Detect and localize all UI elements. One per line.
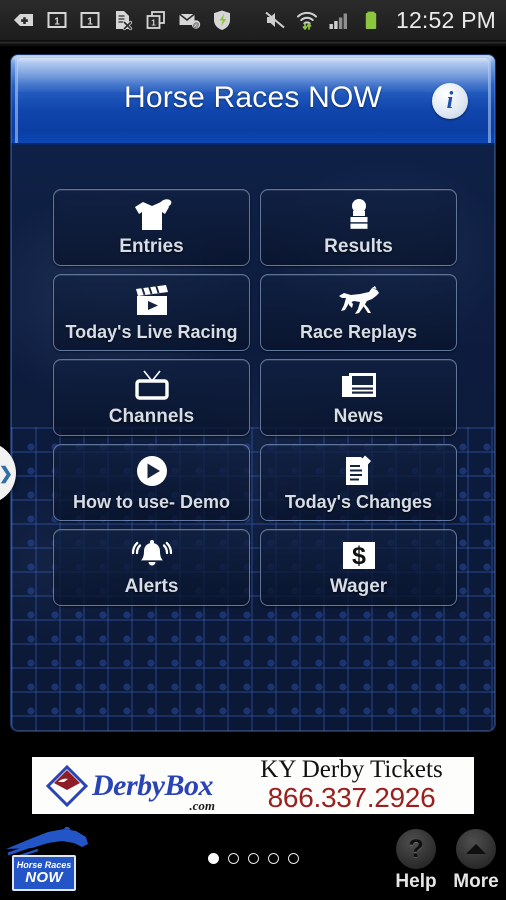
help-glyph: ? bbox=[408, 834, 424, 863]
ad-phone-number: 866.337.2926 bbox=[267, 782, 436, 814]
more-label: More bbox=[453, 871, 499, 892]
tile-results[interactable]: Results bbox=[260, 189, 457, 266]
tile-entries[interactable]: Entries bbox=[53, 189, 250, 266]
more-button[interactable]: More bbox=[446, 829, 506, 893]
ad-headline: KY Derby Tickets bbox=[260, 757, 443, 783]
newspaper-icon bbox=[340, 366, 378, 406]
status-bar-clock: 12:52 PM bbox=[395, 6, 496, 33]
wifi-transfer-icon bbox=[296, 11, 318, 30]
security-shield-icon bbox=[214, 10, 230, 30]
info-icon: i bbox=[446, 87, 454, 114]
tile-channels[interactable]: Channels bbox=[53, 359, 250, 436]
play-circle-icon bbox=[134, 451, 170, 491]
back-arrow-plus-icon bbox=[14, 14, 33, 26]
tile-label: How to use- Demo bbox=[72, 492, 230, 512]
tile-how-to-use-demo[interactable]: How to use- Demo bbox=[53, 444, 250, 521]
ad-logo-suffix: .com bbox=[189, 797, 215, 813]
ad-logo-text: DerbyBox .com bbox=[92, 768, 215, 812]
chevron-right-icon: ❯ bbox=[0, 463, 13, 483]
app-stage: Horse Races NOW i Entries Results Today'… bbox=[0, 47, 506, 900]
podium-trophy-icon bbox=[342, 196, 376, 236]
sim1-icon: 1 bbox=[47, 12, 67, 28]
page-dot[interactable] bbox=[227, 853, 239, 864]
sim2-icon: 1 bbox=[80, 12, 100, 28]
television-icon bbox=[131, 366, 173, 406]
multi-window-icon: 1 bbox=[146, 11, 165, 29]
tile-label: Wager bbox=[329, 576, 388, 597]
svg-text:@: @ bbox=[193, 22, 200, 29]
help-label: Help bbox=[395, 871, 437, 892]
svg-text:1: 1 bbox=[87, 17, 93, 28]
tile-label: Today's Changes bbox=[285, 492, 432, 512]
chevron-up-icon bbox=[456, 829, 496, 869]
page-dot[interactable] bbox=[267, 853, 279, 864]
derbybox-diamond-icon bbox=[44, 763, 90, 809]
tile-race-replays[interactable]: Race Replays bbox=[260, 274, 457, 351]
page-dot[interactable] bbox=[207, 853, 219, 864]
mute-icon bbox=[265, 11, 285, 29]
tile-label: Entries bbox=[119, 236, 184, 257]
ringing-bell-icon bbox=[130, 536, 174, 576]
tile-label: Alerts bbox=[124, 576, 179, 597]
document-error-icon bbox=[116, 11, 133, 31]
page-dot[interactable] bbox=[287, 853, 299, 864]
menu-grid: Entries Results Today's Live Racing Race… bbox=[53, 189, 457, 606]
page-title: Horse Races NOW bbox=[123, 81, 383, 114]
bottom-bar: Horse Races NOW ? Help More bbox=[0, 825, 506, 900]
svg-text:$: $ bbox=[352, 542, 366, 570]
battery-icon bbox=[365, 11, 377, 29]
page-dot[interactable] bbox=[247, 853, 259, 864]
brand-line-2: NOW bbox=[25, 869, 63, 886]
tile-alerts[interactable]: Alerts bbox=[53, 529, 250, 606]
ad-logo-word: DerbyBox bbox=[92, 768, 213, 802]
status-bar-right-icons: 12:52 PM bbox=[263, 7, 496, 34]
document-pencil-icon bbox=[341, 451, 377, 491]
dollar-sign-icon: $ bbox=[338, 536, 380, 576]
tile-todays-live-racing[interactable]: Today's Live Racing bbox=[53, 274, 250, 351]
running-horse-icon bbox=[336, 281, 382, 321]
app-panel: Horse Races NOW i Entries Results Today'… bbox=[11, 55, 495, 731]
tile-label: Channels bbox=[108, 406, 195, 427]
info-button[interactable]: i bbox=[432, 83, 468, 119]
help-button[interactable]: ? Help bbox=[386, 829, 446, 893]
status-bar-left-icons: 1 1 1 @ bbox=[12, 8, 263, 32]
ad-logo: DerbyBox .com bbox=[32, 763, 237, 812]
email-icon: @ bbox=[179, 13, 201, 29]
tile-label: News bbox=[333, 406, 384, 427]
tile-wager[interactable]: $ Wager bbox=[260, 529, 457, 606]
status-bar: 1 1 1 @ 12:52 PM bbox=[0, 0, 506, 40]
tile-label: Today's Live Racing bbox=[65, 322, 238, 342]
svg-text:1: 1 bbox=[151, 18, 156, 27]
app-header: Horse Races NOW i bbox=[11, 55, 495, 145]
svg-text:1: 1 bbox=[54, 17, 60, 28]
signal-bars-icon bbox=[329, 13, 347, 29]
ad-copy: KY Derby Tickets 866.337.2926 bbox=[237, 757, 474, 814]
tile-news[interactable]: News bbox=[260, 359, 457, 436]
clapperboard-play-icon bbox=[133, 281, 171, 321]
tile-label: Results bbox=[324, 236, 393, 257]
tile-label: Race Replays bbox=[299, 322, 418, 342]
ad-banner[interactable]: DerbyBox .com KY Derby Tickets 866.337.2… bbox=[32, 757, 474, 814]
tile-todays-changes[interactable]: Today's Changes bbox=[260, 444, 457, 521]
jockey-silks-icon bbox=[129, 196, 175, 236]
question-mark-icon: ? bbox=[396, 829, 436, 869]
status-bar-divider bbox=[0, 40, 506, 47]
